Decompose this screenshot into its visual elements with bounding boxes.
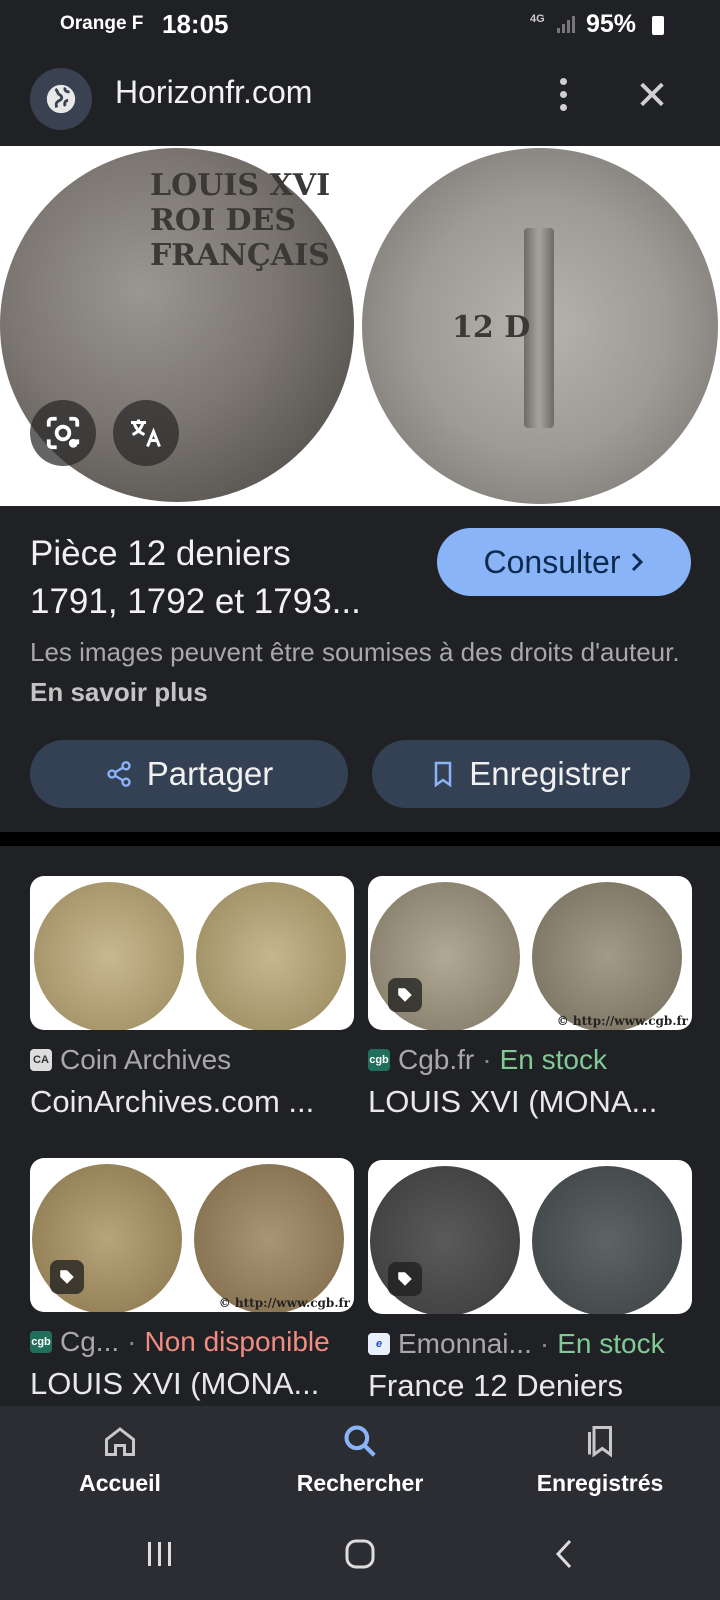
- coin-thumb-reverse: [196, 882, 346, 1030]
- favicon-icon: cgb: [30, 1331, 52, 1353]
- browser-header: Horizonfr.com ✕: [0, 48, 720, 146]
- stock-status: En stock: [499, 1044, 607, 1075]
- favicon-icon: CA: [30, 1049, 52, 1071]
- bookmark-icon: [435, 761, 452, 788]
- copyright-text: Les images peuvent être soumises à des d…: [30, 637, 680, 667]
- chevron-right-icon: [632, 552, 644, 572]
- coin-thumb-reverse: [532, 882, 682, 1030]
- result-thumbnail: [368, 1160, 692, 1314]
- result-thumbnail: © http://www.cgb.fr: [368, 876, 692, 1030]
- home-button-icon[interactable]: [340, 1534, 380, 1574]
- result-source: cgb Cgb.fr · En stock: [368, 1044, 692, 1076]
- share-icon: [107, 761, 131, 787]
- nav-saved-label: Enregistrés: [536, 1470, 664, 1496]
- stock-status: Non disponible: [144, 1326, 330, 1357]
- result-card[interactable]: CA Coin Archives CoinArchives.com ...: [30, 876, 354, 1120]
- save-label: Enregistrer: [469, 755, 631, 792]
- watermark: © http://www.cgb.fr: [556, 1014, 688, 1028]
- result-card[interactable]: © http://www.cgb.fr cgb Cg... · Non disp…: [30, 1158, 354, 1402]
- hero-image[interactable]: LOUIS XVI ROI DES FRANÇAIS 12 D: [0, 146, 720, 506]
- result-source: CA Coin Archives: [30, 1044, 354, 1076]
- site-title: Horizonfr.com: [115, 74, 313, 110]
- save-button[interactable]: Enregistrer: [372, 740, 690, 808]
- result-thumbnail: © http://www.cgb.fr: [30, 1158, 354, 1312]
- home-icon: [30, 1416, 210, 1466]
- status-bar: Orange F 18:05 4G 95%: [0, 0, 720, 48]
- result-card[interactable]: © http://www.cgb.fr cgb Cgb.fr · En stoc…: [368, 876, 692, 1120]
- coin-thumb-reverse: [194, 1164, 344, 1312]
- separator-dot: ·: [127, 1326, 137, 1357]
- nav-saved[interactable]: Enregistrés: [510, 1416, 690, 1497]
- source-name: Emonnai...: [398, 1328, 532, 1359]
- watermark: © http://www.cgb.fr: [218, 1296, 350, 1310]
- coin-value: 12 D: [452, 310, 531, 345]
- nav-home-label: Accueil: [79, 1470, 161, 1496]
- search-icon: [270, 1416, 450, 1466]
- result-card[interactable]: e Emonnai... · En stock France 12 Denier…: [368, 1160, 692, 1404]
- favicon-icon: e: [368, 1333, 390, 1355]
- coin-legend-obverse: LOUIS XVI ROI DES FRANÇAIS: [150, 168, 331, 273]
- coin-reverse-image: 12 D: [362, 148, 718, 504]
- result-title: LOUIS XVI (MONA...: [368, 1084, 658, 1119]
- result-title: LOUIS XVI (MONA...: [30, 1366, 320, 1401]
- system-navigation-bar: [0, 1508, 720, 1600]
- back-icon[interactable]: [544, 1534, 584, 1574]
- result-title: France 12 Deniers: [368, 1368, 624, 1403]
- battery-level: 95%: [586, 10, 637, 38]
- source-name: Cgb.fr: [398, 1044, 475, 1075]
- stock-status: En stock: [557, 1328, 665, 1359]
- source-name: Coin Archives: [60, 1044, 232, 1075]
- nav-home[interactable]: Accueil: [30, 1416, 210, 1497]
- learn-more-link[interactable]: En savoir plus: [30, 677, 208, 707]
- favicon-icon: cgb: [368, 1049, 390, 1071]
- carrier-name: Orange F: [60, 13, 144, 34]
- clock: 18:05: [162, 9, 229, 39]
- separator-dot: ·: [482, 1044, 492, 1075]
- network-type: 4G: [530, 13, 545, 25]
- related-results-grid: CA Coin Archives CoinArchives.com ... © …: [0, 846, 720, 1406]
- image-title-line-2: 1791, 1792 et 1793...: [30, 582, 361, 621]
- signal-icon: [557, 16, 575, 33]
- translate-icon[interactable]: [113, 400, 179, 466]
- nav-search[interactable]: Rechercher: [270, 1416, 450, 1497]
- result-source: cgb Cg... · Non disponible: [30, 1326, 354, 1358]
- globe-icon[interactable]: [30, 68, 92, 130]
- result-source: e Emonnai... · En stock: [368, 1328, 692, 1360]
- source-name: Cg...: [60, 1326, 120, 1357]
- image-title: Pièce 12 deniers 1791, 1792 et 1793...: [30, 530, 410, 626]
- section-divider: [0, 832, 720, 846]
- close-icon[interactable]: ✕: [632, 76, 672, 116]
- result-thumbnail: [30, 876, 354, 1030]
- result-title: CoinArchives.com ...: [30, 1084, 315, 1119]
- image-info-panel: Pièce 12 deniers 1791, 1792 et 1793... C…: [0, 506, 720, 832]
- share-button[interactable]: Partager: [30, 740, 348, 808]
- consult-button[interactable]: Consulter: [437, 528, 691, 596]
- share-label: Partager: [146, 755, 274, 792]
- tag-icon: [50, 1260, 84, 1294]
- consult-label: Consulter: [483, 543, 621, 580]
- google-lens-icon[interactable]: [30, 400, 96, 466]
- tag-icon: [388, 1262, 422, 1296]
- nav-search-label: Rechercher: [296, 1470, 424, 1496]
- tag-icon: [388, 978, 422, 1012]
- battery-icon: [652, 16, 664, 35]
- bottom-navigation: Accueil Rechercher Enregistrés: [0, 1406, 720, 1508]
- coin-thumb-reverse: [532, 1166, 682, 1314]
- image-title-line-1: Pièce 12 deniers: [30, 534, 291, 573]
- saved-collections-icon: [510, 1416, 690, 1466]
- coin-thumb-obverse: [34, 882, 184, 1030]
- copyright-notice: Les images peuvent être soumises à des d…: [30, 632, 690, 712]
- separator-dot: ·: [539, 1328, 550, 1359]
- recent-apps-icon[interactable]: [140, 1534, 180, 1574]
- more-vert-icon[interactable]: [548, 78, 578, 118]
